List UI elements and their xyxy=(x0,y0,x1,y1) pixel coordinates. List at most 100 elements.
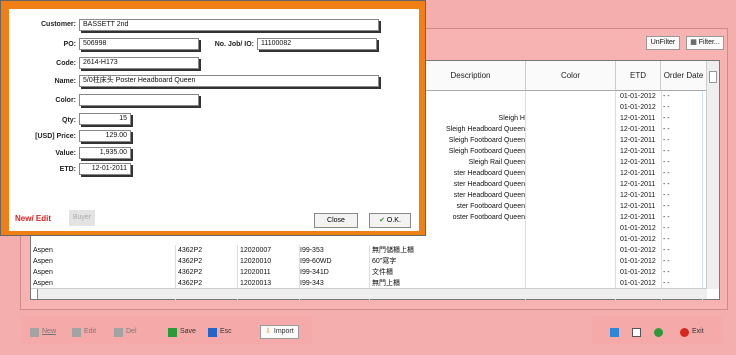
code-field[interactable]: 2614-H173 xyxy=(79,57,199,69)
cell-desc: 無門儲櫃上櫃 xyxy=(372,245,526,256)
cell-color xyxy=(526,245,616,256)
import-button[interactable]: ⇩ Import xyxy=(260,325,299,339)
cell-etd: 12-01-2011 xyxy=(620,157,662,168)
cell-etd: 01-01-2012 xyxy=(620,267,662,278)
col-header-description[interactable]: Description xyxy=(416,61,526,91)
esc-icon xyxy=(208,327,217,337)
view-icon xyxy=(610,327,619,337)
del-button[interactable]: Del xyxy=(114,325,137,339)
po-field[interactable]: 506998 xyxy=(79,38,199,50)
print-button[interactable] xyxy=(632,325,641,339)
cell-etd: 01-01-2012 xyxy=(620,234,662,245)
cell-etd: 12-01-2011 xyxy=(620,190,662,201)
cell-etd: 12-01-2011 xyxy=(620,135,662,146)
qty-label: Qty: xyxy=(62,117,76,124)
cell-od: - - xyxy=(663,168,703,179)
unfilter-button[interactable]: UnFilter xyxy=(646,36,680,50)
color-label: Color: xyxy=(55,97,76,104)
cell-od: - - xyxy=(663,234,703,245)
grid-vertical-scrollbar[interactable] xyxy=(706,61,719,289)
help-icon xyxy=(654,327,663,337)
cell-od: - - xyxy=(663,179,703,190)
save-button[interactable]: Save xyxy=(168,325,196,339)
cell-color xyxy=(526,212,616,223)
exit-label: Exit xyxy=(692,328,704,335)
cell-etd: 12-01-2011 xyxy=(620,212,662,223)
cell-od: - - xyxy=(663,245,703,256)
col-header-etd[interactable]: ETD xyxy=(616,61,661,91)
import-icon: ⇩ xyxy=(265,328,271,335)
new-button[interactable]: New xyxy=(30,325,56,339)
cell-color xyxy=(526,157,616,168)
value-label: Value: xyxy=(55,150,76,157)
cell-color xyxy=(526,124,616,135)
grid-horizontal-scrollbar[interactable] xyxy=(31,288,707,299)
cell-desc: 文件櫃 xyxy=(372,267,526,278)
cell-color xyxy=(526,168,616,179)
cell-od: - - xyxy=(663,201,703,212)
new-icon xyxy=(30,327,39,337)
table-row[interactable]: Aspen 4362P2 12020007 I99-353 無門儲櫃上櫃 01-01-20… xyxy=(31,245,707,256)
dialog-body: Customer: BASSETT 2nd PO: 506998 No. Job… xyxy=(9,9,419,231)
qty-field[interactable]: 15 xyxy=(79,113,131,125)
cell-od: - - xyxy=(663,223,703,234)
cell-color xyxy=(526,256,616,267)
table-row[interactable]: Aspen 4362P2 12020011 I99-341D 文件櫃 01-01-2012… xyxy=(31,267,707,278)
filter-label: Filter... xyxy=(698,39,720,46)
mode-indicator: New/ Edit xyxy=(15,214,52,223)
cell-od: - - xyxy=(663,190,703,201)
view-button[interactable] xyxy=(610,325,619,339)
cell-od: - - xyxy=(663,124,703,135)
exit-button[interactable]: Exit xyxy=(680,325,704,339)
esc-button[interactable]: Esc xyxy=(208,325,232,339)
ok-label: O.K. xyxy=(386,217,401,224)
table-row[interactable]: Aspen 4362P2 12020010 I99-60WD 60"寫字 01-01-20… xyxy=(31,256,707,267)
col-header-color[interactable]: Color xyxy=(526,61,616,91)
print-icon xyxy=(632,327,641,337)
cell-job: 12020010 xyxy=(240,256,300,267)
cell-od: - - xyxy=(663,135,703,146)
value-field[interactable]: 1,935.00 xyxy=(79,147,131,159)
edit-button[interactable]: Edit xyxy=(72,325,96,339)
job-no-label: No. Job/ IO: xyxy=(214,41,254,48)
cell-color xyxy=(526,201,616,212)
cell-color xyxy=(526,102,616,113)
price-field[interactable]: 129.00 xyxy=(79,130,131,142)
ok-button[interactable]: ✔ O.K. xyxy=(369,213,411,228)
order-item-dialog: Customer: BASSETT 2nd PO: 506998 No. Job… xyxy=(0,0,426,236)
buyer-button[interactable]: Buyer xyxy=(69,210,95,226)
color-field[interactable] xyxy=(79,94,199,106)
cell-color xyxy=(526,146,616,157)
cell-od: - - xyxy=(663,256,703,267)
filter-button[interactable]: ▦ Filter... xyxy=(686,36,724,50)
cell-etd: 12-01-2011 xyxy=(620,201,662,212)
close-button[interactable]: Close xyxy=(314,213,358,228)
cell-color xyxy=(526,179,616,190)
cell-etd: 12-01-2011 xyxy=(620,179,662,190)
cell-customer: Aspen xyxy=(33,245,176,256)
check-icon: ✔ xyxy=(379,217,387,224)
cell-etd: 01-01-2012 xyxy=(620,223,662,234)
scroll-thumb[interactable] xyxy=(709,71,717,83)
po-label: PO: xyxy=(63,41,76,48)
name-field[interactable]: 5/0柱床头 Poster Headboard Queen xyxy=(79,75,379,87)
save-icon xyxy=(168,327,177,337)
cell-etd: 01-01-2012 xyxy=(620,91,662,102)
edit-icon xyxy=(72,327,81,337)
job-no-field[interactable]: 11100082 xyxy=(257,38,377,50)
import-label: Import xyxy=(273,328,294,335)
save-label: Save xyxy=(180,328,196,335)
filter-icon: ▦ xyxy=(690,39,699,46)
customer-field[interactable]: BASSETT 2nd xyxy=(79,19,379,31)
cell-etd: 01-01-2012 xyxy=(620,102,662,113)
help-button[interactable] xyxy=(654,325,663,339)
cell-code: I99-60WD xyxy=(300,256,370,267)
cell-od: - - xyxy=(663,157,703,168)
cell-od: - - xyxy=(663,113,703,124)
cell-od: - - xyxy=(663,102,703,113)
cell-po: 4362P2 xyxy=(178,245,238,256)
etd-field[interactable]: 12-01-2011 xyxy=(79,163,131,175)
scroll-thumb-h[interactable] xyxy=(31,289,38,299)
col-header-order-date[interactable]: Order Date xyxy=(661,61,707,91)
cell-color xyxy=(526,190,616,201)
